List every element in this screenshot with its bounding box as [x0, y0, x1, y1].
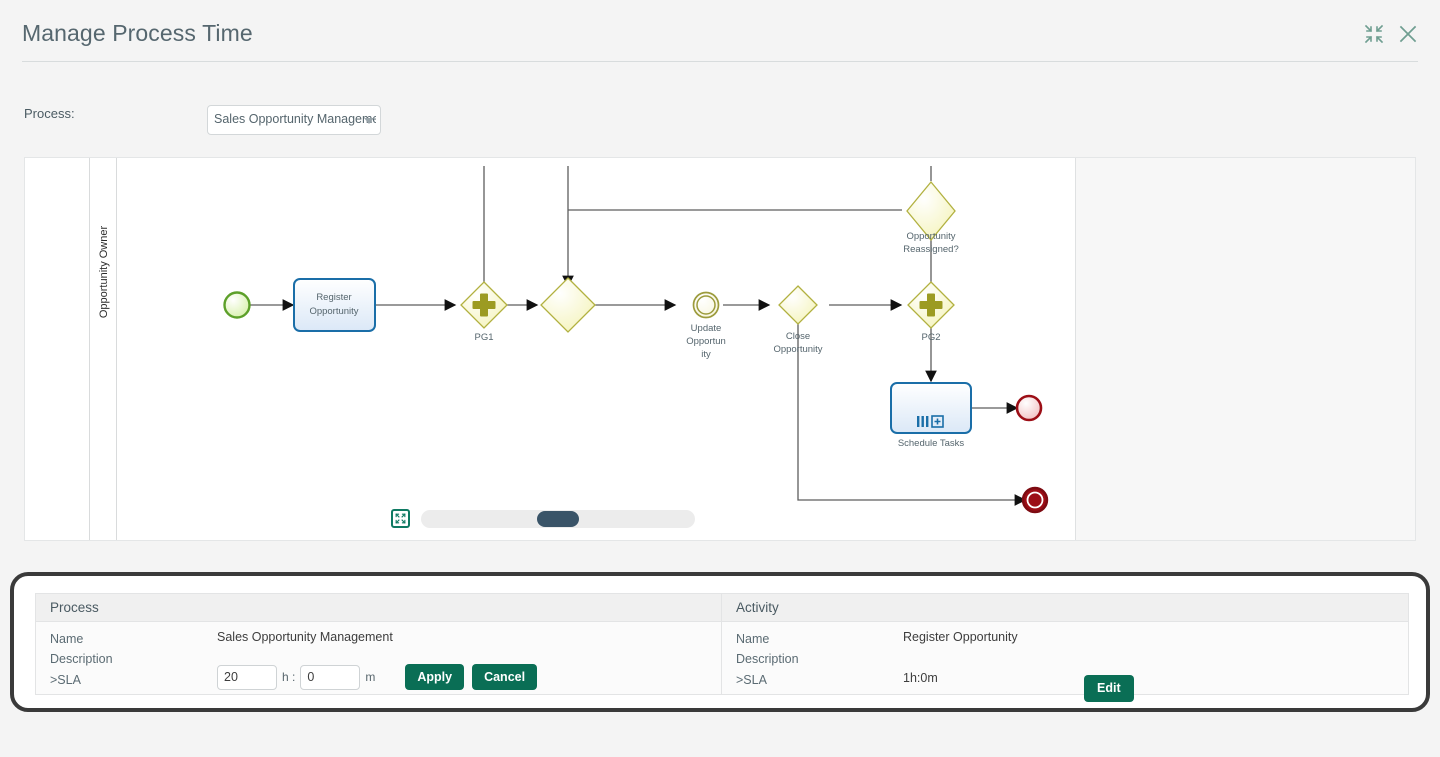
- activity-sla-label: >SLA: [736, 673, 767, 687]
- bpmn-canvas[interactable]: Opportunity Owner Register Opportunity P…: [25, 158, 1076, 540]
- fit-to-screen-icon[interactable]: [391, 509, 410, 528]
- activity-name-value: Register Opportunity: [903, 630, 1018, 644]
- bpmn-end-event: [1015, 394, 1043, 422]
- bpmn-gateway-pg1: PG1: [460, 281, 508, 343]
- chevron-down-icon: [364, 118, 374, 124]
- cancel-button[interactable]: Cancel: [472, 664, 538, 690]
- bpmn-gateway-middle: [540, 277, 596, 333]
- diagram-container: Opportunity Owner Register Opportunity P…: [24, 157, 1416, 541]
- bpmn-intermediate-event-update-opportunity: Update Opportun ity: [686, 291, 726, 360]
- bpmn-gateway-pg2: PG2: [907, 281, 955, 343]
- activity-description-label: Description: [736, 652, 799, 666]
- bpmn-gateway-close-opportunity: Close Opportunity: [773, 285, 823, 355]
- activity-detail-column: Activity Name Description >SLA Register …: [722, 593, 1409, 702]
- process-label: Process:: [24, 106, 75, 121]
- zoom-controls: [391, 509, 695, 528]
- bpmn-task-register-opportunity: Register Opportunity: [293, 278, 376, 332]
- process-sla-row: h : m Apply Cancel: [217, 664, 538, 690]
- process-description-label: Description: [50, 652, 113, 666]
- zoom-slider-thumb[interactable]: [537, 510, 579, 527]
- collapse-icon[interactable]: [1364, 24, 1384, 44]
- svg-text:Close: Close: [786, 331, 810, 342]
- header-divider: [22, 61, 1418, 62]
- bpmn-terminate-end-event: [1021, 486, 1049, 514]
- svg-text:Opportunity: Opportunity: [906, 231, 955, 242]
- close-icon[interactable]: [1398, 24, 1418, 44]
- process-sla-minutes-input[interactable]: [300, 664, 361, 690]
- process-detail-column: Process Name Description >SLA Sales Oppo…: [35, 593, 722, 695]
- detail-panel: Process Name Description >SLA Sales Oppo…: [10, 572, 1430, 712]
- dialog-header: Manage Process Time: [0, 0, 1440, 62]
- svg-text:Opportunity: Opportunity: [773, 344, 822, 355]
- process-select[interactable]: Sales Opportunity Management: [207, 105, 381, 135]
- bpmn-gateway-opportunity-reassigned: Opportunity Reassigned?: [903, 180, 959, 255]
- bpmn-start-event: [223, 291, 251, 319]
- process-name-value: Sales Opportunity Management: [217, 630, 393, 644]
- activity-name-label: Name: [736, 632, 770, 646]
- svg-text:ity: ity: [701, 349, 711, 360]
- svg-text:Opportun: Opportun: [686, 336, 726, 347]
- svg-text:Opportunity: Opportunity: [309, 306, 358, 317]
- activity-section-header: Activity: [722, 594, 1408, 622]
- process-sla-label: >SLA: [50, 673, 81, 687]
- hours-unit-label: h :: [282, 670, 296, 684]
- edit-button[interactable]: Edit: [1084, 675, 1134, 702]
- activity-sla-value: 1h:0m: [903, 671, 938, 685]
- bpmn-diagram: Register Opportunity PG1 Update Opportun…: [223, 166, 1049, 514]
- svg-text:Update: Update: [691, 323, 722, 334]
- apply-button[interactable]: Apply: [405, 664, 465, 690]
- minutes-unit-label: m: [365, 670, 376, 684]
- process-sla-hours-input[interactable]: [217, 664, 277, 690]
- svg-text:PG2: PG2: [921, 332, 940, 343]
- process-name-label: Name: [50, 632, 84, 646]
- svg-text:Reassigned?: Reassigned?: [903, 244, 958, 255]
- svg-text:Schedule Tasks: Schedule Tasks: [898, 438, 965, 449]
- page-title: Manage Process Time: [22, 20, 253, 46]
- svg-text:PG1: PG1: [474, 332, 493, 343]
- process-section-header: Process: [36, 594, 721, 622]
- process-select-value: Sales Opportunity Management: [214, 112, 376, 126]
- zoom-slider[interactable]: [421, 509, 695, 528]
- svg-text:Register: Register: [316, 292, 351, 303]
- bpmn-task-schedule-tasks: Schedule Tasks: [890, 382, 972, 449]
- header-actions: [1364, 24, 1418, 44]
